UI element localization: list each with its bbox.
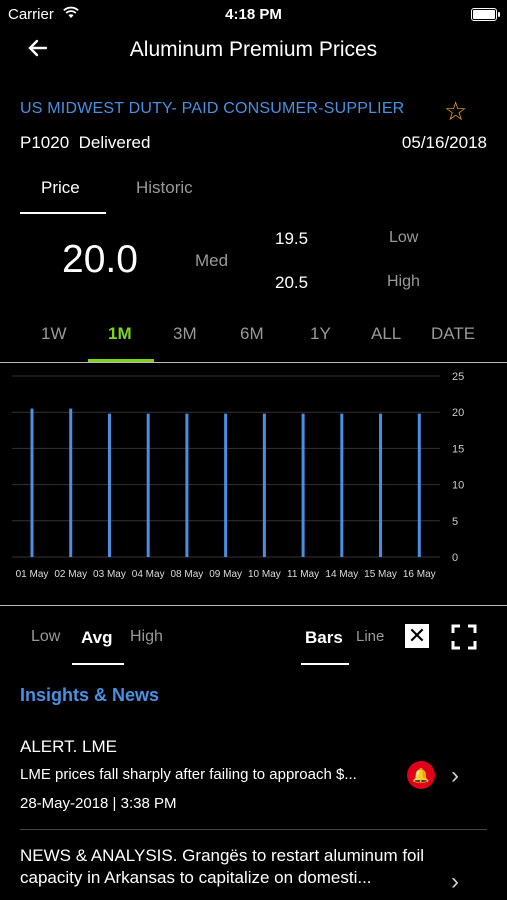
instrument-code-line: P1020 Delivered xyxy=(20,133,150,153)
bar xyxy=(417,413,421,557)
high-value: 20.5 xyxy=(275,273,309,292)
divider xyxy=(0,605,507,606)
tab-price-indicator xyxy=(20,212,106,214)
bar xyxy=(185,413,189,557)
instrument-name: US MIDWEST DUTY- PAID CONSUMER-SUPPLIER xyxy=(20,100,405,117)
y-tick-label: 10 xyxy=(452,480,464,492)
battery-icon xyxy=(471,8,500,21)
x-tick-label: 04 May xyxy=(132,569,165,580)
bar xyxy=(107,413,111,557)
y-tick-label: 20 xyxy=(452,407,464,419)
range-date[interactable]: DATE xyxy=(431,324,475,344)
toggle-avg[interactable]: Avg xyxy=(81,628,113,648)
status-time: 4:18 PM xyxy=(225,6,282,23)
low-label: Low xyxy=(389,229,419,246)
y-tick-label: 15 xyxy=(452,443,464,455)
tab-historic[interactable]: Historic xyxy=(136,178,193,198)
toggle-bars[interactable]: Bars xyxy=(305,628,343,648)
expand-icon[interactable] xyxy=(451,624,477,650)
divider xyxy=(20,829,487,830)
low-value: 19.5 xyxy=(275,229,309,248)
y-tick-label: 25 xyxy=(452,371,464,383)
tab-price[interactable]: Price xyxy=(41,178,80,198)
x-tick-label: 01 May xyxy=(16,569,49,580)
news-title[interactable]: NEWS & ANALYSIS. Grangës to restart alum… xyxy=(20,845,440,889)
x-tick-label: 03 May xyxy=(93,569,126,580)
x-tick-label: 11 May xyxy=(287,569,319,580)
y-tick-label: 5 xyxy=(452,516,458,528)
bar xyxy=(379,413,383,557)
x-tick-label: 10 May xyxy=(248,569,281,580)
section-title: Insights & News xyxy=(20,685,160,705)
toggle-low[interactable]: Low xyxy=(31,628,60,646)
high-label: High xyxy=(387,273,420,290)
x-tick-label: 15 May xyxy=(364,569,397,580)
bar xyxy=(224,413,228,557)
bars-indicator xyxy=(301,663,349,665)
y-tick-label: 0 xyxy=(452,552,458,564)
range-1m[interactable]: 1M xyxy=(108,324,132,344)
news-description[interactable]: LME prices fall sharply after failing to… xyxy=(20,766,400,783)
price-value: 20.0 xyxy=(62,238,138,281)
page-title: Aluminum Premium Prices xyxy=(129,38,378,61)
toggle-line[interactable]: Line xyxy=(356,628,384,645)
close-box-icon[interactable]: ✕ xyxy=(405,624,429,648)
x-tick-label: 09 May xyxy=(209,569,242,580)
x-tick-label: 16 May xyxy=(403,569,436,580)
price-bar-chart[interactable]: 25 20 15 10 5 0 01 May 02 May 03 May 04 May 08 May… xyxy=(0,364,507,586)
star-outline-icon[interactable]: ☆ xyxy=(444,96,467,127)
bar xyxy=(262,413,266,557)
delivery-label: Delivered xyxy=(78,133,151,152)
bar xyxy=(30,408,34,557)
range-all[interactable]: ALL xyxy=(371,324,401,344)
bar xyxy=(301,413,305,557)
bar xyxy=(146,413,150,557)
med-label: Med xyxy=(195,251,229,270)
x-tick-label: 14 May xyxy=(325,569,358,580)
x-tick-label: 08 May xyxy=(171,569,204,580)
toggle-high[interactable]: High xyxy=(130,628,163,646)
chevron-right-icon[interactable]: › xyxy=(451,868,459,896)
chevron-right-icon[interactable]: › xyxy=(451,762,459,790)
avg-indicator xyxy=(72,663,124,665)
range-1y[interactable]: 1Y xyxy=(310,324,331,344)
divider xyxy=(0,362,507,363)
range-6m[interactable]: 6M xyxy=(240,324,264,344)
range-1w[interactable]: 1W xyxy=(41,324,67,344)
range-3m[interactable]: 3M xyxy=(173,324,197,344)
status-bar: Carrier 4:18 PM xyxy=(0,0,507,28)
instrument-code: P1020 xyxy=(20,133,70,152)
alert-bell-icon: 🔔 xyxy=(407,761,435,789)
x-tick-label: 02 May xyxy=(54,569,87,580)
bar xyxy=(340,413,344,557)
instrument-date: 05/16/2018 xyxy=(401,133,487,152)
news-title[interactable]: ALERT. LME xyxy=(20,737,117,757)
news-date: 28-May-2018 | 3:38 PM xyxy=(20,795,177,812)
bar xyxy=(69,408,73,557)
